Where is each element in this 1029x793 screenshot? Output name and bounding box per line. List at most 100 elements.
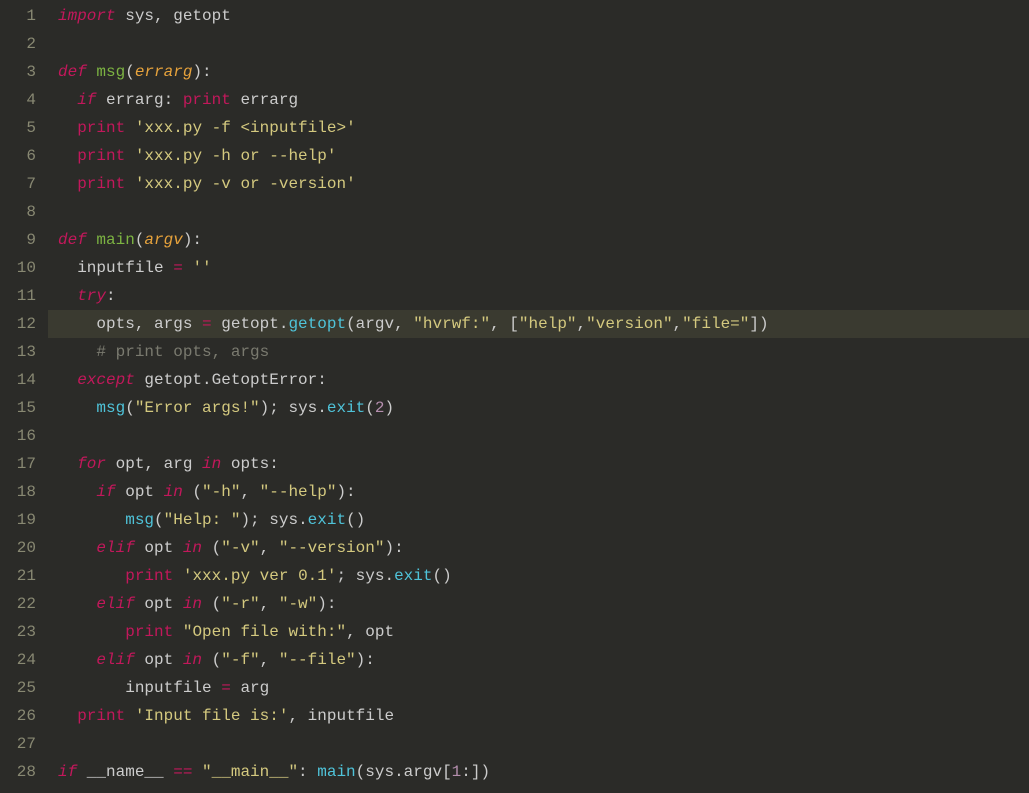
code-line[interactable]: import sys, getopt bbox=[58, 2, 1029, 30]
line-number: 6 bbox=[0, 142, 36, 170]
token-pun bbox=[125, 707, 135, 725]
token-pun: ( bbox=[154, 511, 164, 529]
token-str: "file=" bbox=[682, 315, 749, 333]
token-call: getopt bbox=[288, 315, 346, 333]
token-str: "-f" bbox=[221, 651, 259, 669]
token-str: "-h" bbox=[202, 483, 240, 501]
token-str: "help" bbox=[519, 315, 577, 333]
token-str: "-v" bbox=[221, 539, 259, 557]
token-str: "-w" bbox=[279, 595, 317, 613]
line-number: 27 bbox=[0, 730, 36, 758]
code-line[interactable]: if __name__ == "__main__": main(sys.argv… bbox=[58, 758, 1029, 786]
token-kw2: print bbox=[77, 119, 125, 137]
code-line[interactable]: except getopt.GetoptError: bbox=[58, 366, 1029, 394]
token-cmt: # print opts, args bbox=[96, 343, 269, 361]
token-op: == bbox=[173, 763, 192, 781]
code-line[interactable]: elif opt in ("-v", "--version"): bbox=[58, 534, 1029, 562]
code-line[interactable]: def main(argv): bbox=[58, 226, 1029, 254]
token-pun: ): bbox=[192, 63, 211, 81]
code-line[interactable] bbox=[58, 730, 1029, 758]
token-kw: in bbox=[183, 595, 202, 613]
line-number: 17 bbox=[0, 450, 36, 478]
line-number: 13 bbox=[0, 338, 36, 366]
token-pun: ); sys. bbox=[240, 511, 307, 529]
code-line[interactable]: try: bbox=[58, 282, 1029, 310]
token-pun bbox=[58, 91, 77, 109]
code-line[interactable]: print 'xxx.py -h or --help' bbox=[58, 142, 1029, 170]
token-call: msg bbox=[125, 511, 154, 529]
token-call: msg bbox=[96, 399, 125, 417]
token-pun: ( bbox=[202, 539, 221, 557]
token-pun bbox=[125, 119, 135, 137]
code-line[interactable] bbox=[58, 198, 1029, 226]
token-pun bbox=[58, 539, 96, 557]
line-number: 12 bbox=[0, 310, 36, 338]
line-number: 15 bbox=[0, 394, 36, 422]
line-number: 28 bbox=[0, 758, 36, 786]
token-kw: for bbox=[77, 455, 106, 473]
token-pun: : bbox=[106, 287, 116, 305]
code-line[interactable]: print 'xxx.py ver 0.1'; sys.exit() bbox=[58, 562, 1029, 590]
token-call: exit bbox=[308, 511, 346, 529]
token-kw2: print bbox=[77, 147, 125, 165]
token-pun: arg bbox=[231, 679, 269, 697]
token-str: "hvrwf:" bbox=[413, 315, 490, 333]
token-pun: ); sys. bbox=[260, 399, 327, 417]
token-pun bbox=[58, 623, 125, 641]
token-pun bbox=[125, 147, 135, 165]
code-line[interactable]: inputfile = '' bbox=[58, 254, 1029, 282]
token-str: "Open file with:" bbox=[183, 623, 346, 641]
token-pun: ( bbox=[202, 651, 221, 669]
code-line[interactable]: inputfile = arg bbox=[58, 674, 1029, 702]
token-pun: inputfile bbox=[58, 259, 173, 277]
code-line[interactable]: print 'xxx.py -f <inputfile>' bbox=[58, 114, 1029, 142]
token-call: exit bbox=[327, 399, 365, 417]
code-line[interactable]: msg("Help: "); sys.exit() bbox=[58, 506, 1029, 534]
line-number: 10 bbox=[0, 254, 36, 282]
line-number: 25 bbox=[0, 674, 36, 702]
token-prm: errarg bbox=[135, 63, 193, 81]
token-str: "--file" bbox=[279, 651, 356, 669]
token-pun bbox=[58, 147, 77, 165]
token-pun bbox=[183, 259, 193, 277]
token-str: 'Input file is:' bbox=[135, 707, 289, 725]
code-line[interactable]: elif opt in ("-f", "--file"): bbox=[58, 646, 1029, 674]
token-fn: msg bbox=[96, 63, 125, 81]
line-number: 19 bbox=[0, 506, 36, 534]
token-str: "__main__" bbox=[202, 763, 298, 781]
code-line[interactable]: msg("Error args!"); sys.exit(2) bbox=[58, 394, 1029, 422]
token-str: 'xxx.py -f <inputfile>' bbox=[135, 119, 356, 137]
token-pun: opt bbox=[135, 595, 183, 613]
code-line[interactable]: print 'xxx.py -v or -version' bbox=[58, 170, 1029, 198]
code-line[interactable]: for opt, arg in opts: bbox=[58, 450, 1029, 478]
token-pun: (argv, bbox=[346, 315, 413, 333]
line-number: 21 bbox=[0, 562, 36, 590]
token-pun: () bbox=[346, 511, 365, 529]
code-line[interactable] bbox=[58, 422, 1029, 450]
token-pun: , opt bbox=[346, 623, 394, 641]
token-pun: ): bbox=[317, 595, 336, 613]
token-pun bbox=[58, 119, 77, 137]
code-line[interactable]: print "Open file with:", opt bbox=[58, 618, 1029, 646]
line-number: 5 bbox=[0, 114, 36, 142]
code-line[interactable]: if opt in ("-h", "--help"): bbox=[58, 478, 1029, 506]
code-line[interactable]: print 'Input file is:', inputfile bbox=[58, 702, 1029, 730]
code-line[interactable]: def msg(errarg): bbox=[58, 58, 1029, 86]
code-line[interactable]: # print opts, args bbox=[58, 338, 1029, 366]
code-line[interactable] bbox=[58, 30, 1029, 58]
token-str: 'xxx.py -v or -version' bbox=[135, 175, 356, 193]
code-line[interactable]: elif opt in ("-r", "-w"): bbox=[58, 590, 1029, 618]
token-pun: ): bbox=[183, 231, 202, 249]
token-pun: opt bbox=[116, 483, 164, 501]
line-number: 2 bbox=[0, 30, 36, 58]
code-area[interactable]: import sys, getopt def msg(errarg): if e… bbox=[48, 0, 1029, 793]
code-line[interactable]: opts, args = getopt.getopt(argv, "hvrwf:… bbox=[48, 310, 1029, 338]
token-str: 'xxx.py ver 0.1' bbox=[183, 567, 337, 585]
code-line[interactable]: if errarg: print errarg bbox=[58, 86, 1029, 114]
token-pun: ): bbox=[356, 651, 375, 669]
code-editor[interactable]: 1234567891011121314151617181920212223242… bbox=[0, 0, 1029, 793]
line-number: 1 bbox=[0, 2, 36, 30]
line-number: 24 bbox=[0, 646, 36, 674]
token-kw: elif bbox=[96, 595, 134, 613]
token-pun: , bbox=[673, 315, 683, 333]
